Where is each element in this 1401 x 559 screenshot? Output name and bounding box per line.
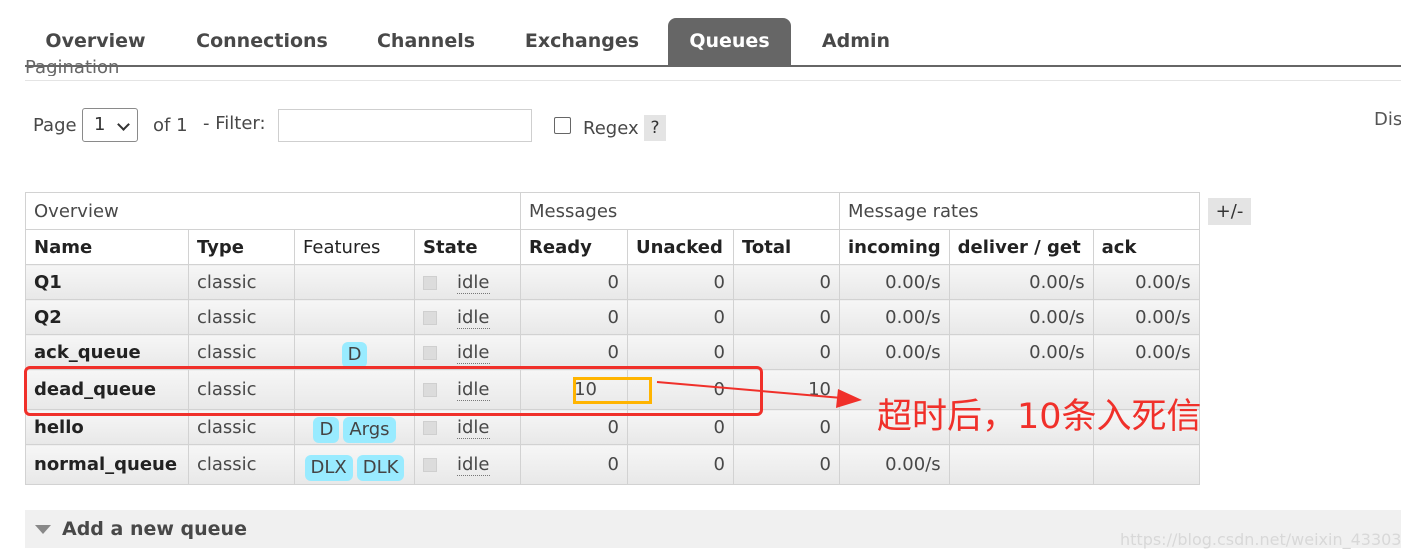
watermark: https://blog.csdn.net/weixin_43303455	[1120, 530, 1401, 549]
column-header-state[interactable]: State	[414, 229, 521, 265]
displaying-label: Dis	[1374, 109, 1401, 130]
queue-features: DLX DLK	[294, 444, 415, 485]
column-header-name[interactable]: Name	[25, 229, 189, 265]
group-header-message-rates: Message rates	[839, 192, 1200, 230]
highlight-box	[24, 366, 763, 416]
incoming-rate: 0.00/s	[839, 334, 950, 370]
page-label: Page	[33, 115, 77, 136]
group-header-overview: Overview	[25, 192, 521, 230]
unacked-count: 0	[627, 334, 734, 370]
filter-label: - Filter:	[203, 113, 266, 134]
tab-queues[interactable]: Queues	[668, 18, 791, 65]
tab-bar: Overview Connections Channels Exchanges …	[0, 0, 1401, 67]
total-count: 0	[733, 299, 840, 335]
page-select-value: 1	[94, 114, 106, 135]
tab-exchanges[interactable]: Exchanges	[513, 18, 651, 65]
queue-type: classic	[188, 444, 295, 485]
column-header-features: Features	[294, 229, 415, 265]
unacked-count: 0	[627, 264, 734, 300]
deliver-get-rate: 0.00/s	[948, 334, 1094, 370]
chevron-down-icon	[117, 118, 130, 131]
tab-admin[interactable]: Admin	[808, 18, 904, 65]
group-header-messages: Messages	[520, 192, 840, 230]
ready-count: 0	[520, 299, 628, 335]
ack-rate: 0.00/s	[1092, 299, 1200, 335]
ack-rate: 0.00/s	[1092, 264, 1200, 300]
tab-connections[interactable]: Connections	[183, 18, 341, 65]
ready-count: 0	[520, 334, 628, 370]
columns-toggle-button[interactable]: +/-	[1208, 198, 1251, 225]
queue-type: classic	[188, 299, 295, 335]
section-divider	[25, 80, 1401, 81]
column-header-total[interactable]: Total	[733, 229, 840, 265]
tab-channels[interactable]: Channels	[362, 18, 490, 65]
ack-rate	[1092, 444, 1200, 485]
column-header-incoming[interactable]: incoming	[839, 229, 950, 265]
regex-help-button[interactable]: ?	[644, 115, 666, 141]
column-header-type[interactable]: Type	[188, 229, 295, 265]
queue-name-link[interactable]: normal_queue	[25, 444, 189, 485]
dlx-badge: DLX	[304, 454, 353, 481]
regex-label: Regex	[583, 118, 639, 139]
queue-type: classic	[188, 264, 295, 300]
incoming-rate: 0.00/s	[839, 299, 950, 335]
incoming-rate: 0.00/s	[839, 444, 950, 485]
deliver-get-rate: 0.00/s	[948, 264, 1094, 300]
queue-state: idle	[414, 299, 521, 335]
queue-features	[294, 264, 415, 300]
args-badge: Args	[343, 417, 396, 443]
state-indicator-icon	[423, 275, 437, 290]
ready-count-highlight	[573, 377, 652, 404]
queue-name-link[interactable]: ack_queue	[25, 334, 189, 370]
page-count-label: of 1	[153, 115, 188, 136]
state-text: idle	[457, 416, 490, 439]
state-indicator-icon	[423, 310, 437, 325]
queue-state: idle	[414, 264, 521, 300]
table-row: ack_queue classic D idle 0 0 0 0.00/s 0.…	[25, 334, 1200, 370]
queue-type: classic	[188, 334, 295, 370]
ready-count: 0	[520, 444, 628, 485]
queue-name-link[interactable]: Q2	[25, 299, 189, 335]
state-indicator-icon	[423, 420, 437, 435]
total-count: 0	[733, 264, 840, 300]
queues-table: Overview Messages Message rates Name Typ…	[25, 192, 1200, 485]
page-select[interactable]: 1	[82, 108, 138, 142]
queue-state: idle	[414, 334, 521, 370]
state-text: idle	[457, 271, 490, 294]
column-header-ack[interactable]: ack	[1092, 229, 1200, 265]
dlk-badge: DLK	[356, 454, 405, 481]
table-row: Q2 classic idle 0 0 0 0.00/s 0.00/s 0.00…	[25, 299, 1200, 335]
column-header-deliver-get[interactable]: deliver / get	[948, 229, 1094, 265]
queue-state: idle	[414, 444, 521, 485]
filter-input[interactable]	[278, 109, 532, 142]
queue-features: D	[294, 334, 415, 370]
add-queue-label: Add a new queue	[62, 518, 247, 540]
triangle-down-icon	[35, 525, 51, 534]
table-row: normal_queue classic DLX DLK idle 0 0 0 0…	[25, 444, 1200, 485]
annotation-text: 超时后，10条入死信	[877, 397, 1202, 437]
durable-badge: D	[313, 417, 340, 443]
state-text: idle	[457, 341, 490, 364]
table-row: Q1 classic idle 0 0 0 0.00/s 0.00/s 0.00…	[25, 264, 1200, 300]
durable-badge: D	[341, 342, 368, 368]
column-header-ready[interactable]: Ready	[520, 229, 628, 265]
ready-count: 0	[520, 264, 628, 300]
unacked-count: 0	[627, 444, 734, 485]
tab-divider	[25, 65, 1401, 67]
state-text: idle	[457, 306, 490, 329]
unacked-count: 0	[627, 299, 734, 335]
total-count: 0	[733, 334, 840, 370]
regex-checkbox[interactable]	[554, 117, 571, 134]
column-header-unacked[interactable]: Unacked	[627, 229, 734, 265]
deliver-get-rate	[948, 444, 1094, 485]
queue-features	[294, 299, 415, 335]
deliver-get-rate: 0.00/s	[948, 299, 1094, 335]
incoming-rate: 0.00/s	[839, 264, 950, 300]
queue-name-link[interactable]: Q1	[25, 264, 189, 300]
state-indicator-icon	[423, 458, 437, 472]
state-text: idle	[457, 454, 490, 476]
ack-rate: 0.00/s	[1092, 334, 1200, 370]
total-count: 0	[733, 444, 840, 485]
state-indicator-icon	[423, 345, 437, 360]
